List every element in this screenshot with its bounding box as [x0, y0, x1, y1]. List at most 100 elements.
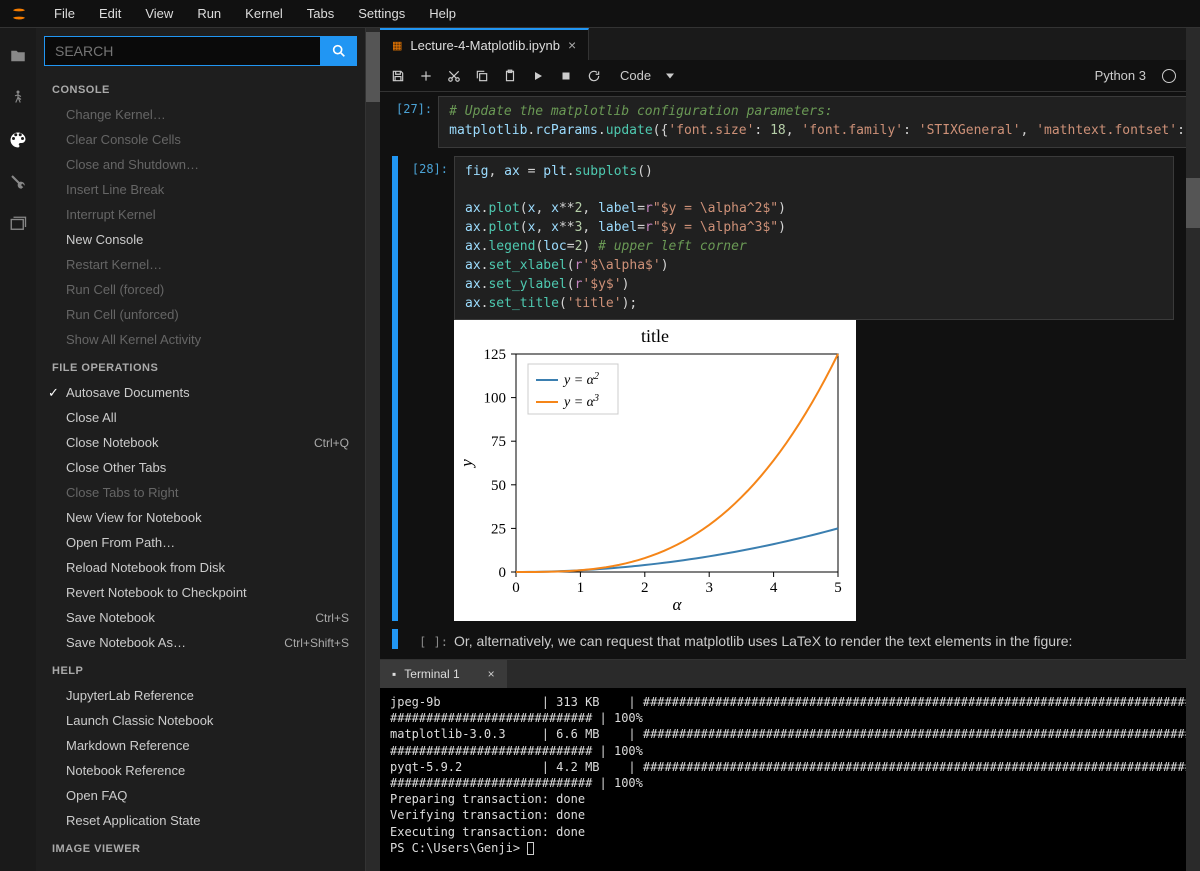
terminal-tab-title: Terminal 1	[404, 667, 459, 681]
command-label: Clear Console Cells	[66, 132, 181, 147]
svg-text:2: 2	[641, 580, 649, 596]
close-icon[interactable]: ×	[488, 667, 495, 681]
menu-file[interactable]: File	[42, 2, 87, 25]
svg-text:50: 50	[491, 478, 506, 494]
restart-icon[interactable]	[586, 68, 602, 84]
menu-tabs[interactable]: Tabs	[295, 2, 346, 25]
command-item[interactable]: ✓Autosave Documents	[36, 380, 365, 405]
svg-text:title: title	[641, 326, 669, 346]
menu-settings[interactable]: Settings	[346, 2, 417, 25]
command-item[interactable]: Launch Classic Notebook	[36, 708, 365, 733]
add-icon[interactable]	[418, 68, 434, 84]
matplotlib-chart: title0123450255075100125αyy = α2y = α3	[458, 324, 852, 614]
notebook-tab[interactable]: ▦ Lecture-4-Matplotlib.ipynb ×	[380, 28, 589, 60]
menu-run[interactable]: Run	[185, 2, 233, 25]
command-item[interactable]: Open FAQ	[36, 783, 365, 808]
code-cell[interactable]: # Update the matplotlib configuration pa…	[438, 96, 1186, 148]
check-icon: ✓	[48, 385, 59, 401]
svg-text:100: 100	[484, 391, 507, 407]
command-section-header: IMAGE VIEWER	[36, 833, 365, 861]
command-label: Revert Notebook to Checkpoint	[66, 585, 247, 600]
command-label: Close Tabs to Right	[66, 485, 179, 500]
command-item[interactable]: Revert Notebook to Checkpoint	[36, 580, 365, 605]
terminal-tab[interactable]: ▪ Terminal 1 ×	[380, 660, 507, 688]
markdown-text: Or, alternatively, we can request that m…	[454, 629, 1174, 649]
command-item: Close and Shutdown…	[36, 152, 365, 177]
stop-icon[interactable]	[558, 68, 574, 84]
command-item: Clear Console Cells	[36, 127, 365, 152]
cell-output: title0123450255075100125αyy = α2y = α3	[454, 320, 856, 621]
run-icon[interactable]	[530, 68, 546, 84]
save-icon[interactable]	[390, 68, 406, 84]
palette-icon[interactable]	[8, 130, 28, 150]
notebook-tabbar: ▦ Lecture-4-Matplotlib.ipynb ×	[380, 28, 1186, 60]
command-label: Close Other Tabs	[66, 460, 166, 475]
terminal-icon: ▪	[392, 667, 396, 681]
cut-icon[interactable]	[446, 68, 462, 84]
cell-gutter	[392, 156, 398, 622]
command-item[interactable]: Close Other Tabs	[36, 455, 365, 480]
command-shortcut: Ctrl+Q	[314, 436, 349, 450]
command-label: Launch Classic Notebook	[66, 713, 213, 728]
svg-text:75: 75	[491, 435, 506, 451]
menu-help[interactable]: Help	[417, 2, 468, 25]
command-label: New Console	[66, 232, 143, 247]
terminal-body[interactable]: jpeg-9b | 313 KB | #####################…	[380, 688, 1186, 871]
command-label: Save Notebook	[66, 610, 155, 625]
code-cell[interactable]: fig, ax = plt.subplots() ax.plot(x, x**2…	[454, 156, 1174, 321]
kernel-indicator[interactable]	[1162, 69, 1176, 83]
menu-edit[interactable]: Edit	[87, 2, 133, 25]
command-label: Open FAQ	[66, 788, 127, 803]
command-shortcut: Ctrl+Shift+S	[284, 636, 349, 650]
cell-prompt: [28]:	[402, 156, 454, 622]
terminal-panel: ▪ Terminal 1 × jpeg-9b | 313 KB | ######…	[380, 659, 1186, 871]
command-item[interactable]: Save NotebookCtrl+S	[36, 605, 365, 630]
paste-icon[interactable]	[502, 68, 518, 84]
command-item[interactable]: Reset Application State	[36, 808, 365, 833]
command-item[interactable]: Close All	[36, 405, 365, 430]
kernel-name[interactable]: Python 3	[1095, 68, 1146, 83]
command-item[interactable]: Open From Path…	[36, 530, 365, 555]
cell-prompt: [27]:	[396, 96, 438, 148]
command-item: Run Cell (forced)	[36, 277, 365, 302]
command-label: Notebook Reference	[66, 763, 185, 778]
command-item[interactable]: JupyterLab Reference	[36, 683, 365, 708]
wrench-icon[interactable]	[8, 172, 28, 192]
command-item[interactable]: Save Notebook As…Ctrl+Shift+S	[36, 630, 365, 655]
svg-text:y = α2: y = α2	[562, 371, 599, 389]
command-item: Restart Kernel…	[36, 252, 365, 277]
search-input[interactable]	[44, 36, 321, 66]
menubar: FileEditViewRunKernelTabsSettingsHelp	[0, 0, 1200, 28]
command-item[interactable]: Reload Notebook from Disk	[36, 555, 365, 580]
tabs-icon[interactable]	[8, 214, 28, 234]
svg-text:125: 125	[484, 347, 507, 363]
svg-text:0: 0	[499, 565, 507, 581]
copy-icon[interactable]	[474, 68, 490, 84]
command-item[interactable]: New View for Notebook	[36, 505, 365, 530]
command-label: JupyterLab Reference	[66, 688, 194, 703]
command-label: New View for Notebook	[66, 510, 202, 525]
content-scrollbar[interactable]	[1186, 28, 1200, 871]
command-item[interactable]: Markdown Reference	[36, 733, 365, 758]
svg-text:y: y	[458, 459, 476, 469]
notebook-toolbar: Code Python 3	[380, 60, 1186, 92]
command-label: Interrupt Kernel	[66, 207, 156, 222]
running-icon[interactable]	[8, 88, 28, 108]
command-item[interactable]: Close NotebookCtrl+Q	[36, 430, 365, 455]
search-button[interactable]	[321, 36, 357, 66]
command-item[interactable]: New Console	[36, 227, 365, 252]
command-item: Run Cell (unforced)	[36, 302, 365, 327]
menu-view[interactable]: View	[133, 2, 185, 25]
folder-icon[interactable]	[8, 46, 28, 66]
celltype-select[interactable]: Code	[614, 66, 682, 85]
notebook-icon: ▦	[392, 39, 402, 52]
sidebar-scrollbar[interactable]	[366, 28, 380, 871]
command-item[interactable]: Notebook Reference	[36, 758, 365, 783]
close-icon[interactable]: ×	[568, 37, 576, 53]
menu-kernel[interactable]: Kernel	[233, 2, 295, 25]
command-section-header: CONSOLE	[36, 74, 365, 102]
svg-text:5: 5	[834, 580, 842, 596]
svg-text:0: 0	[512, 580, 520, 596]
command-label: Reset Application State	[66, 813, 200, 828]
notebook-area[interactable]: [27]: # Update the matplotlib configurat…	[380, 92, 1186, 659]
